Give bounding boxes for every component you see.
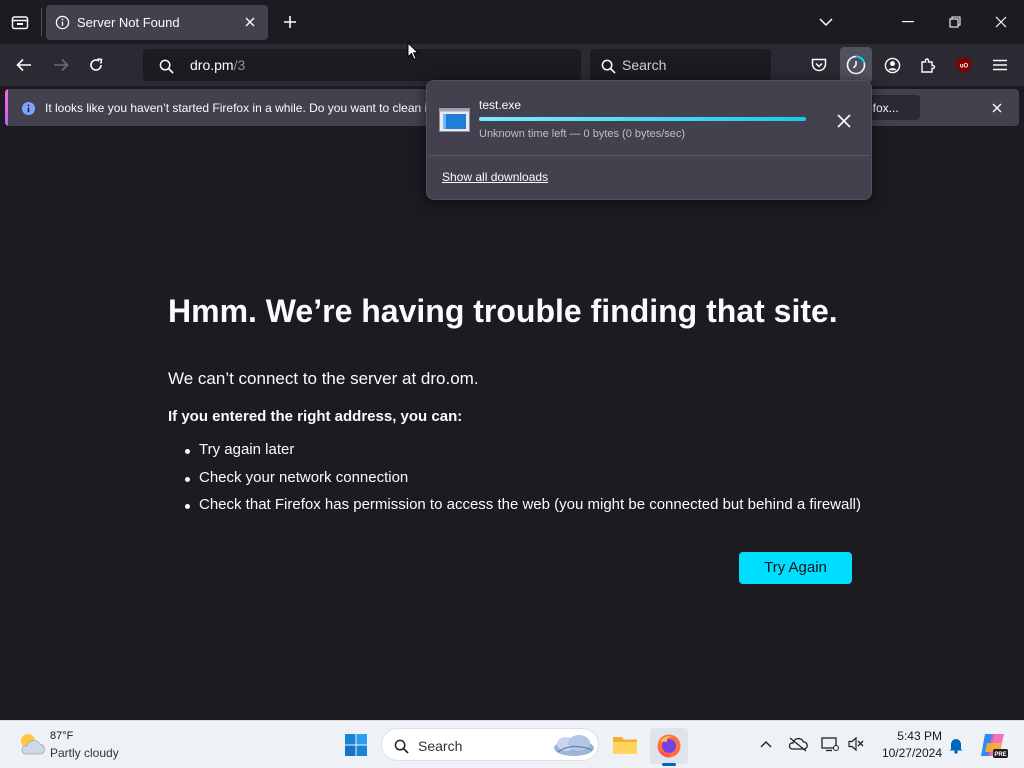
restore-icon[interactable] (943, 12, 967, 32)
download-status: Unknown time left — 0 bytes (0 bytes/sec… (479, 128, 686, 140)
firefox-view-icon[interactable] (8, 11, 32, 33)
url-path: /3 (233, 57, 246, 73)
firefox-taskbar-icon[interactable] (650, 728, 688, 764)
downloads-panel: test.exe Unknown time left — 0 bytes (0 … (426, 80, 872, 200)
try-again-button[interactable]: Try Again (739, 552, 852, 584)
weather-description[interactable]: Partly cloudy (50, 746, 119, 760)
search-bar[interactable]: Search (590, 49, 771, 81)
close-window-icon[interactable] (989, 12, 1013, 32)
url-host: dro.pm (190, 57, 234, 73)
search-icon (157, 57, 175, 75)
network-icon[interactable] (819, 734, 841, 754)
tab-divider (41, 8, 42, 36)
notification-bell-icon[interactable] (946, 734, 966, 756)
menu-icon[interactable] (989, 54, 1011, 76)
onedrive-offline-icon[interactable] (787, 734, 809, 754)
url-text[interactable]: dro.pm/3 (190, 57, 245, 73)
forward-icon[interactable] (49, 54, 73, 76)
pocket-icon[interactable] (808, 54, 830, 76)
error-title: Hmm. We’re having trouble finding that s… (168, 293, 838, 329)
weather-partly-cloudy-icon[interactable] (16, 729, 46, 759)
taskbar-clock-time[interactable]: 5:43 PM (880, 729, 942, 743)
new-tab-icon[interactable] (280, 12, 300, 32)
cancel-download-icon[interactable] (832, 109, 856, 133)
firefox-active-indicator (662, 763, 676, 766)
file-explorer-icon[interactable] (610, 731, 640, 759)
notification-message: It looks like you haven’t started Firefo… (45, 101, 431, 115)
error-subtitle: We can’t connect to the server at dro.om… (168, 369, 479, 388)
download-progress-fill (479, 117, 806, 121)
copilot-badge-label: PRE (994, 752, 1006, 758)
ublock-origin-icon[interactable]: uO (953, 54, 975, 76)
notification-close-icon[interactable] (988, 99, 1006, 117)
tab-server-not-found[interactable]: Server Not Found (46, 5, 268, 40)
info-icon (20, 100, 36, 116)
taskbar-search-box[interactable]: Search (381, 728, 599, 761)
download-filename[interactable]: test.exe (479, 98, 521, 112)
error-page: Hmm. We’re having trouble finding that s… (0, 131, 1024, 720)
volume-muted-icon[interactable] (845, 734, 867, 754)
downloads-divider (429, 155, 869, 156)
search-icon (392, 737, 410, 755)
suggestions-list: Try again later Check your network conne… (168, 441, 861, 524)
account-icon[interactable] (881, 54, 903, 76)
suggestions-label: If you entered the right address, you ca… (168, 408, 463, 425)
list-all-tabs-icon[interactable] (816, 12, 836, 32)
show-all-downloads-link[interactable]: Show all downloads (442, 170, 548, 184)
download-progress-bar (479, 117, 806, 121)
url-bar[interactable]: dro.pm/3 (143, 49, 581, 81)
search-highlight-icon (548, 732, 596, 758)
windows-taskbar: 87°F Partly cloudy Search 5:43 PM 10/27/… (0, 720, 1024, 768)
notification-accent (5, 89, 8, 126)
weather-temperature[interactable]: 87°F (50, 730, 73, 742)
back-icon[interactable] (12, 54, 36, 76)
exe-file-icon (438, 107, 470, 133)
reload-icon[interactable] (84, 54, 108, 76)
svg-text:uO: uO (960, 64, 969, 70)
show-hidden-icons-chevron-icon[interactable] (757, 735, 775, 753)
info-icon (54, 14, 70, 30)
downloads-button[interactable] (840, 47, 872, 83)
minimize-icon[interactable] (896, 12, 920, 32)
tab-title: Server Not Found (77, 15, 180, 30)
extensions-icon[interactable] (917, 54, 939, 76)
suggestion-item: Check your network connection (168, 469, 861, 497)
taskbar-search-placeholder: Search (418, 738, 463, 754)
search-placeholder: Search (622, 57, 667, 73)
search-icon (599, 57, 617, 75)
copilot-icon[interactable]: PRE (976, 729, 1010, 761)
tab-strip: Server Not Found (0, 0, 1024, 44)
windows-start-icon[interactable] (342, 731, 370, 759)
tab-close-icon[interactable] (242, 14, 258, 30)
suggestion-item: Check that Firefox has permission to acc… (168, 496, 861, 524)
taskbar-clock-date[interactable]: 10/27/2024 (872, 746, 942, 760)
suggestion-item: Try again later (168, 441, 861, 469)
mouse-cursor-icon (407, 42, 419, 61)
